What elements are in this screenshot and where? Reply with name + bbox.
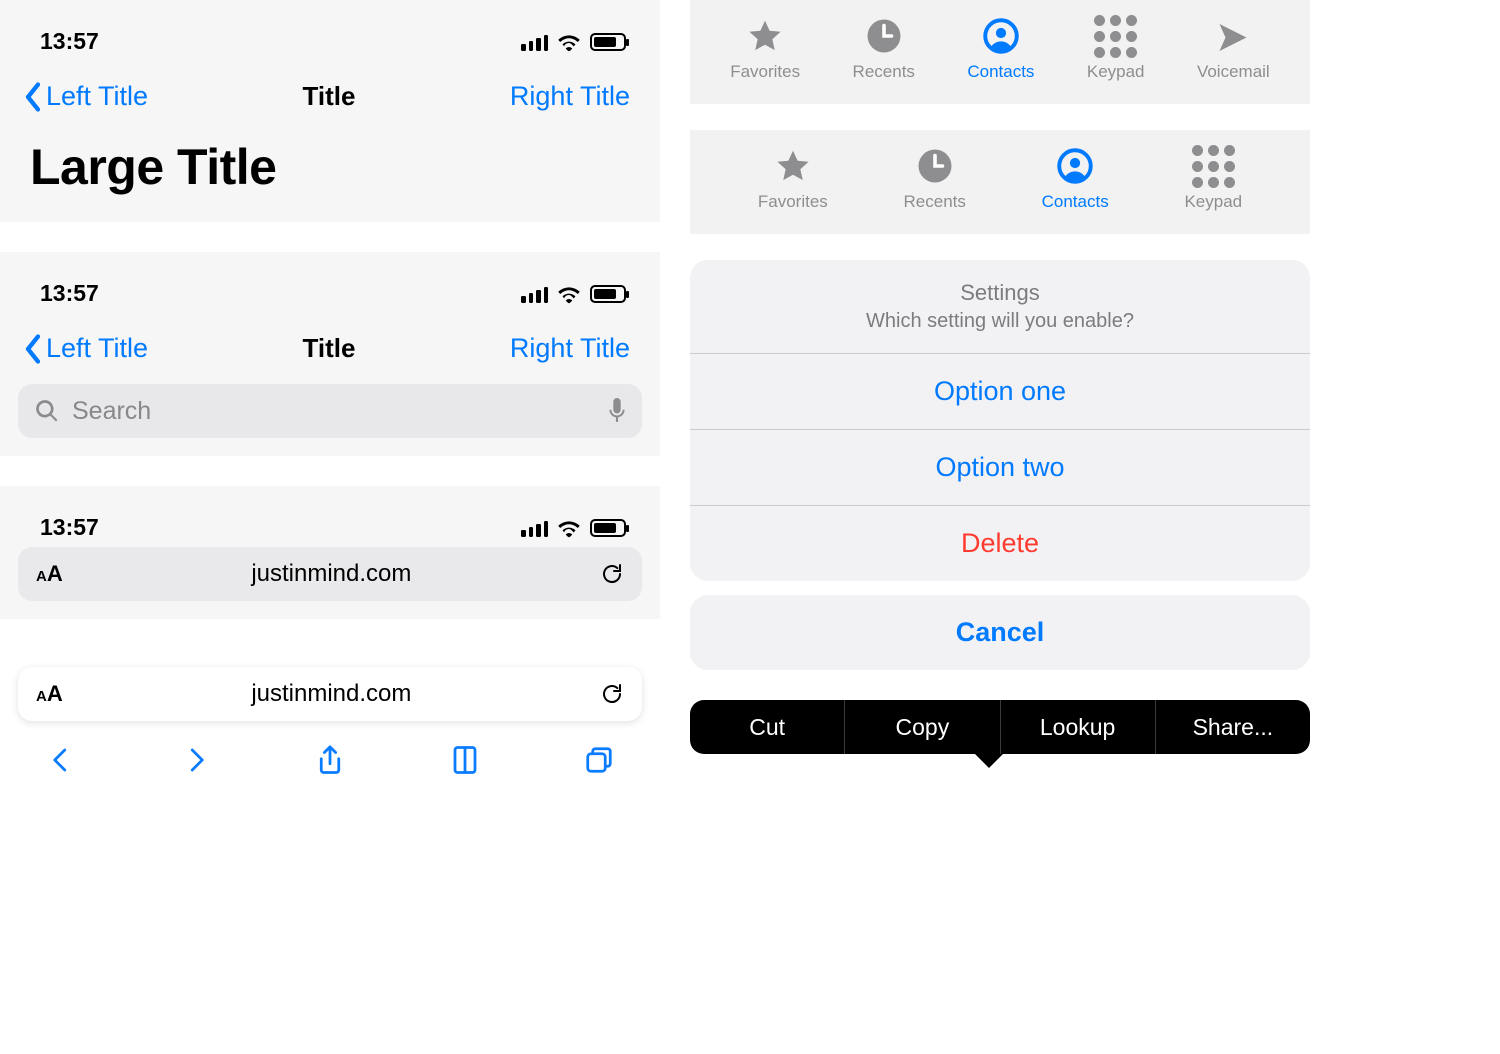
wifi-icon <box>556 32 582 52</box>
tab-item-favorites[interactable]: Favorites <box>758 148 828 212</box>
chevron-left-icon <box>24 82 42 112</box>
action-sheet-message: Which setting will you enable? <box>714 310 1286 333</box>
tab-label: Recents <box>853 62 915 82</box>
action-sheet-option[interactable]: Option one <box>690 353 1310 429</box>
edit-menu-share[interactable]: Share... <box>1156 700 1310 754</box>
tab-item-contacts[interactable]: Contacts <box>967 18 1034 82</box>
nav-back-button[interactable]: Left Title <box>24 333 148 364</box>
nav-right-button[interactable]: Right Title <box>510 333 630 364</box>
nav-back-label: Left Title <box>46 333 148 364</box>
tab-item-keypad[interactable]: Keypad <box>1087 18 1145 82</box>
battery-icon <box>590 285 626 303</box>
nav-back-label: Left Title <box>46 81 148 112</box>
tabs-icon[interactable] <box>584 745 614 775</box>
reader-aa-icon[interactable]: AA <box>36 561 63 587</box>
navbar-search-panel: 13:57 Left Title Title Right Title Searc… <box>0 252 660 456</box>
navbar-largetitle-panel: 13:57 Left Title Title Right Title Large… <box>0 0 660 222</box>
tab-item-voicemail[interactable]: Voicemail <box>1197 18 1270 82</box>
edit-menu-copy[interactable]: Copy <box>845 700 1000 754</box>
cellular-signal-icon <box>521 285 548 303</box>
star-icon <box>775 148 811 184</box>
tab-label: Favorites <box>730 62 800 82</box>
microphone-icon[interactable] <box>608 398 626 424</box>
safari-toolbar <box>0 721 660 787</box>
action-sheet-cancel[interactable]: Cancel <box>690 595 1310 670</box>
reload-icon[interactable] <box>600 562 624 586</box>
tab-label: Keypad <box>1087 62 1145 82</box>
wifi-icon <box>556 518 582 538</box>
navbar: Left Title Title Right Title <box>0 61 660 118</box>
tabbar-5: Favorites Recents Contacts Keypad Voicemail <box>690 0 1310 104</box>
action-sheet-option[interactable]: Option two <box>690 429 1310 505</box>
large-title: Large Title <box>0 118 660 204</box>
status-icons <box>521 518 626 538</box>
star-icon <box>747 18 783 54</box>
status-time: 13:57 <box>40 28 99 55</box>
status-icons <box>521 32 626 52</box>
contacts-icon <box>983 18 1019 54</box>
tab-label: Favorites <box>758 192 828 212</box>
chevron-left-icon <box>24 334 42 364</box>
safari-urlbar[interactable]: AA justinmind.com <box>18 547 642 601</box>
bookmarks-icon[interactable] <box>450 745 480 775</box>
safari-toolbar-panel: AA justinmind.com <box>0 649 660 795</box>
url-text: justinmind.com <box>251 680 411 708</box>
battery-icon <box>590 519 626 537</box>
status-bar: 13:57 <box>0 0 660 61</box>
keypad-icon <box>1098 18 1134 54</box>
nav-title: Title <box>303 333 356 364</box>
edit-menu: Cut Copy Lookup Share... <box>690 700 1310 754</box>
tab-item-recents[interactable]: Recents <box>904 148 966 212</box>
back-icon[interactable] <box>46 745 76 775</box>
tab-item-contacts[interactable]: Contacts <box>1042 148 1109 212</box>
tabbar-4: Favorites Recents Contacts Keypad <box>690 130 1310 234</box>
clock-icon <box>866 18 902 54</box>
safari-urlbar-panel: 13:57 AA justinmind.com <box>0 486 660 619</box>
cellular-signal-icon <box>521 519 548 537</box>
edit-menu-cut[interactable]: Cut <box>690 700 845 754</box>
navbar: Left Title Title Right Title <box>0 313 660 370</box>
tab-label: Contacts <box>967 62 1034 82</box>
action-sheet: Settings Which setting will you enable? … <box>690 260 1310 581</box>
voicemail-icon <box>1215 18 1251 54</box>
wifi-icon <box>556 284 582 304</box>
tab-label: Keypad <box>1184 192 1242 212</box>
search-placeholder: Search <box>72 397 608 426</box>
safari-urlbar[interactable]: AA justinmind.com <box>18 667 642 721</box>
search-field[interactable]: Search <box>18 384 642 438</box>
status-bar: 13:57 <box>0 252 660 313</box>
action-sheet-title: Settings <box>714 280 1286 306</box>
reader-aa-icon[interactable]: AA <box>36 681 63 707</box>
nav-back-button[interactable]: Left Title <box>24 81 148 112</box>
status-time: 13:57 <box>40 514 99 541</box>
battery-icon <box>590 33 626 51</box>
nav-right-button[interactable]: Right Title <box>510 81 630 112</box>
edit-menu-lookup[interactable]: Lookup <box>1001 700 1156 754</box>
status-bar: 13:57 <box>0 486 660 547</box>
tab-item-recents[interactable]: Recents <box>853 18 915 82</box>
tab-label: Recents <box>904 192 966 212</box>
clock-icon <box>917 148 953 184</box>
status-time: 13:57 <box>40 280 99 307</box>
url-text: justinmind.com <box>251 560 411 588</box>
cellular-signal-icon <box>521 33 548 51</box>
action-sheet-container: Settings Which setting will you enable? … <box>690 260 1310 670</box>
reload-icon[interactable] <box>600 682 624 706</box>
tab-item-favorites[interactable]: Favorites <box>730 18 800 82</box>
action-sheet-option-destructive[interactable]: Delete <box>690 505 1310 581</box>
keypad-icon <box>1195 148 1231 184</box>
nav-title: Title <box>303 81 356 112</box>
search-icon <box>34 398 60 424</box>
tab-item-keypad[interactable]: Keypad <box>1184 148 1242 212</box>
contacts-icon <box>1057 148 1093 184</box>
forward-icon[interactable] <box>181 745 211 775</box>
tab-label: Voicemail <box>1197 62 1270 82</box>
tab-label: Contacts <box>1042 192 1109 212</box>
share-icon[interactable] <box>315 745 345 775</box>
action-sheet-header: Settings Which setting will you enable? <box>690 260 1310 353</box>
status-icons <box>521 284 626 304</box>
